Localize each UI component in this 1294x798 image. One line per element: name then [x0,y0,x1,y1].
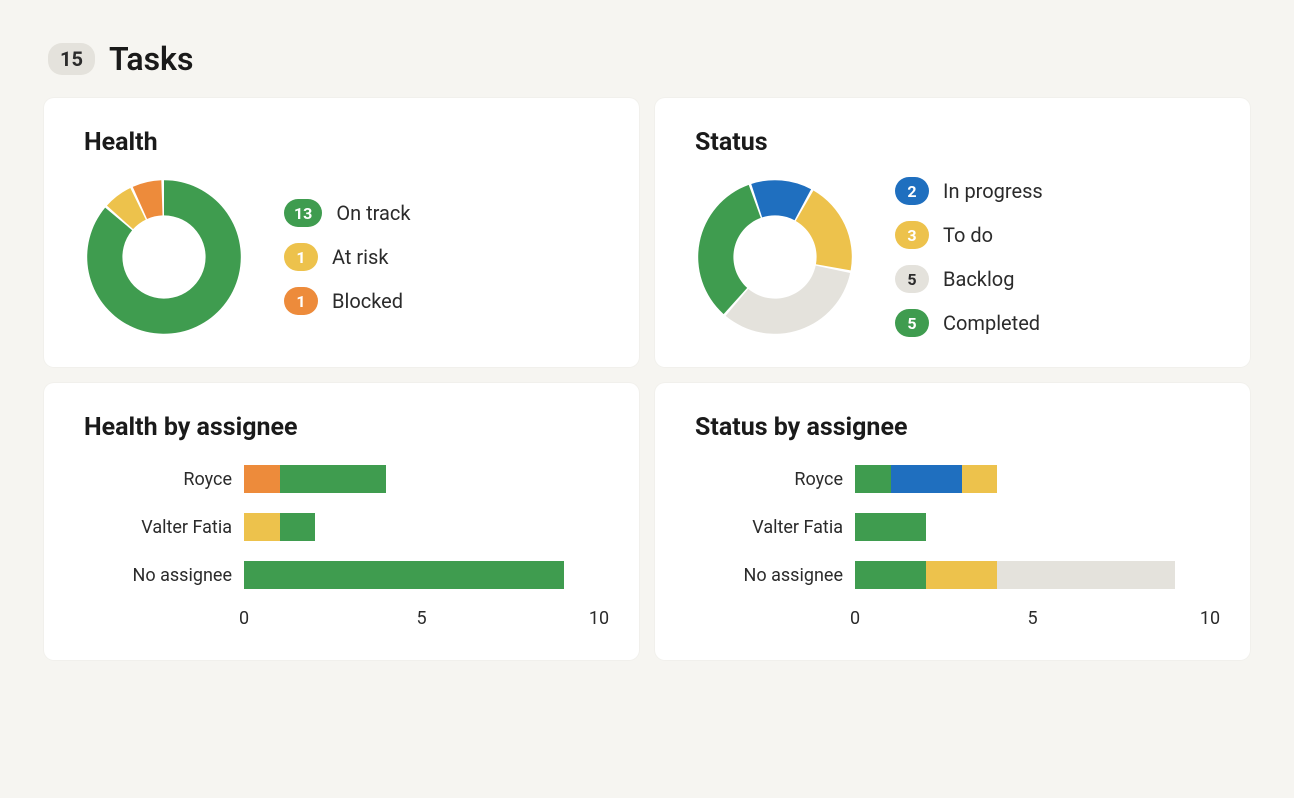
axis-tick: 10 [589,608,609,629]
card-health: Health 13 On track 1 At risk 1 Blocked [44,98,639,367]
card-title-status: Status [695,128,1210,157]
status-by-assignee-chart: RoyceValter FatiaNo assignee0510 [695,462,1210,630]
legend-count-badge: 13 [284,199,322,227]
x-axis: 0510 [84,606,599,630]
legend-item[interactable]: 3 To do [895,221,1043,249]
legend-count-badge: 1 [284,287,318,315]
bar-track [855,561,1210,589]
legend-count-badge: 3 [895,221,929,249]
legend-label: Completed [943,311,1040,335]
bar-track [244,465,599,493]
card-status: Status 2 In progress 3 To do 5 Backlog 5 Comple… [655,98,1250,367]
bar-segment [855,513,926,541]
x-axis: 0510 [695,606,1210,630]
donut-segment [796,190,852,270]
legend-item[interactable]: 5 Backlog [895,265,1043,293]
bar-track [244,561,599,589]
legend-count-badge: 2 [895,177,929,205]
legend-item[interactable]: 2 In progress [895,177,1043,205]
bar-segment [926,561,997,589]
bar-segment [280,513,316,541]
bar-row: Valter Fatia [695,510,1210,544]
bar-category-label: Valter Fatia [695,517,855,538]
health-legend: 13 On track 1 At risk 1 Blocked [284,199,411,315]
axis-tick: 5 [1027,608,1037,629]
card-title-health-by-assignee: Health by assignee [84,413,599,442]
card-status-by-assignee: Status by assignee Royce Valter Fatia No a… [655,383,1250,660]
bar-segment [244,465,280,493]
legend-label: On track [336,201,410,225]
legend-count-badge: 1 [284,243,318,271]
legend-label: At risk [332,245,388,269]
bar-row: No assignee [84,558,599,592]
legend-item[interactable]: 1 At risk [284,243,411,271]
task-count-badge: 15 [48,43,95,75]
status-donut-chart [695,177,855,337]
card-health-by-assignee: Health by assignee Royce Valter Fatia No a… [44,383,639,660]
page-header: 15 Tasks [44,40,1250,78]
health-by-assignee-chart: RoyceValter FatiaNo assignee0510 [84,462,599,630]
legend-label: In progress [943,179,1043,203]
bar-segment [280,465,387,493]
page-title: Tasks [109,40,193,78]
legend-count-badge: 5 [895,265,929,293]
bar-segment [244,561,564,589]
bar-row: Royce [695,462,1210,496]
legend-item[interactable]: 13 On track [284,199,411,227]
legend-label: Backlog [943,267,1014,291]
card-title-status-by-assignee: Status by assignee [695,413,1210,442]
bar-segment [891,465,962,493]
bar-segment [997,561,1175,589]
legend-count-badge: 5 [895,309,929,337]
bar-track [855,513,1210,541]
legend-item[interactable]: 1 Blocked [284,287,411,315]
bar-track [855,465,1210,493]
bar-row: Valter Fatia [84,510,599,544]
legend-label: Blocked [332,289,403,313]
bar-track [244,513,599,541]
donut-segment [726,266,850,334]
bar-category-label: No assignee [695,565,855,586]
axis-tick: 0 [239,608,249,629]
bar-category-label: Royce [84,469,244,490]
bar-segment [962,465,998,493]
bar-segment [855,561,926,589]
bar-category-label: Valter Fatia [84,517,244,538]
axis-tick: 10 [1200,608,1220,629]
legend-item[interactable]: 5 Completed [895,309,1043,337]
bar-category-label: No assignee [84,565,244,586]
status-legend: 2 In progress 3 To do 5 Backlog 5 Completed [895,177,1043,337]
bar-segment [244,513,280,541]
legend-label: To do [943,223,993,247]
bar-segment [855,465,891,493]
health-donut-chart [84,177,244,337]
card-title-health: Health [84,128,599,157]
axis-tick: 0 [850,608,860,629]
bar-row: Royce [84,462,599,496]
axis-tick: 5 [416,608,426,629]
bar-row: No assignee [695,558,1210,592]
bar-category-label: Royce [695,469,855,490]
dashboard-grid: Health 13 On track 1 At risk 1 Blocked Status… [44,98,1250,660]
